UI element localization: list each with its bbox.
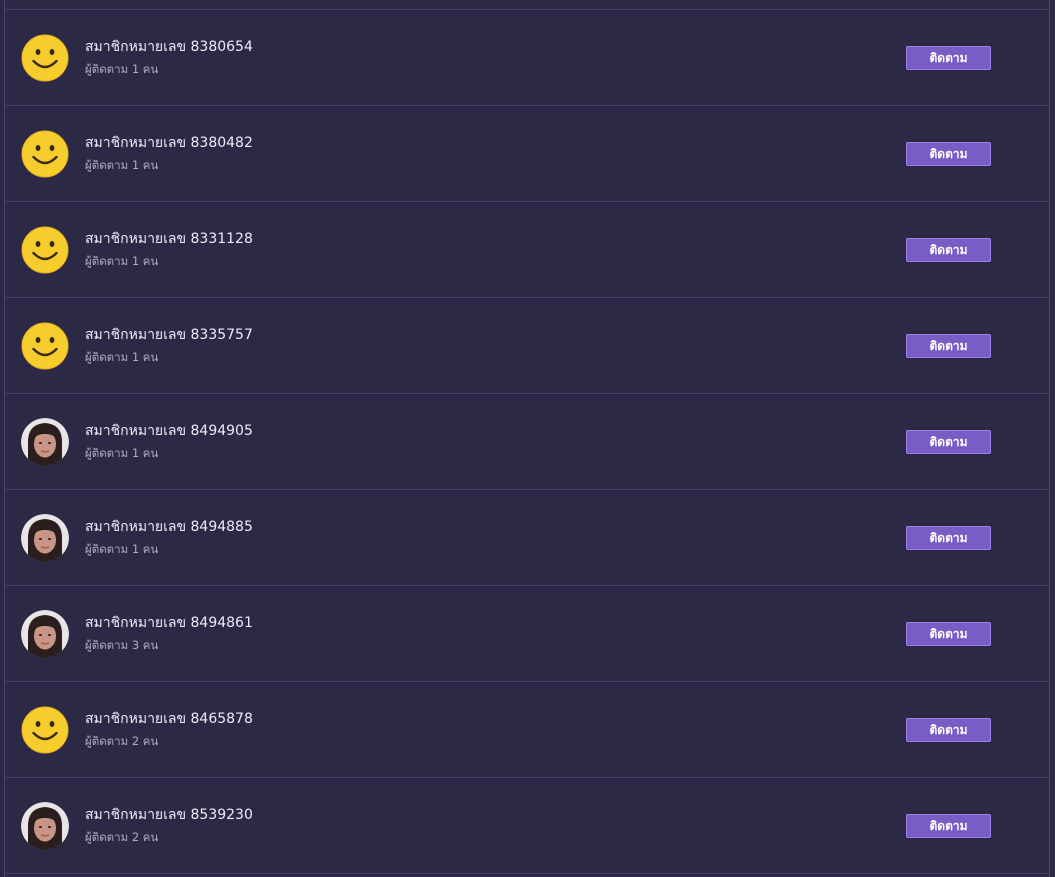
follow-button[interactable]: ติดตาม (906, 526, 991, 550)
follow-button[interactable]: ติดตาม (906, 334, 991, 358)
list-item: สมาชิกหมายเลข 8331128 ผู้ติดตาม 1 คน ติด… (5, 202, 1049, 298)
profile-photo[interactable] (21, 514, 69, 562)
member-list: สมาชิกหมายเลข 8380654 ผู้ติดตาม 1 คน ติด… (5, 10, 1049, 874)
follower-count: ผู้ติดตาม 1 คน (85, 254, 159, 268)
member-name[interactable]: สมาชิกหมายเลข 8380482 (85, 132, 253, 154)
follower-count: ผู้ติดตาม 1 คน (85, 446, 159, 460)
follow-button[interactable]: ติดตาม (906, 430, 991, 454)
follower-count: ผู้ติดตาม 3 คน (85, 638, 159, 652)
smiley-icon[interactable] (21, 34, 69, 82)
profile-photo[interactable] (21, 802, 69, 850)
list-item: สมาชิกหมายเลข 8494905 ผู้ติดตาม 1 คน ติด… (5, 394, 1049, 490)
list-item: สมาชิกหมายเลข 8494861 ผู้ติดตาม 3 คน ติด… (5, 586, 1049, 682)
list-item: สมาชิกหมายเลข 8380654 ผู้ติดตาม 1 คน ติด… (5, 10, 1049, 106)
follow-button[interactable]: ติดตาม (906, 46, 991, 70)
follow-button[interactable]: ติดตาม (906, 142, 991, 166)
smiley-icon[interactable] (21, 706, 69, 754)
list-item: สมาชิกหมายเลข 8335757 ผู้ติดตาม 1 คน ติด… (5, 298, 1049, 394)
follower-count: ผู้ติดตาม 1 คน (85, 542, 159, 556)
list-item: สมาชิกหมายเลข 8494885 ผู้ติดตาม 1 คน ติด… (5, 490, 1049, 586)
member-name[interactable]: สมาชิกหมายเลข 8494905 (85, 420, 253, 442)
profile-photo[interactable] (21, 418, 69, 466)
follower-count: ผู้ติดตาม 2 คน (85, 830, 159, 844)
member-name[interactable]: สมาชิกหมายเลข 8465878 (85, 708, 253, 730)
member-name[interactable]: สมาชิกหมายเลข 8335757 (85, 324, 253, 346)
list-item: สมาชิกหมายเลข 8380482 ผู้ติดตาม 1 คน ติด… (5, 106, 1049, 202)
follow-button[interactable]: ติดตาม (906, 718, 991, 742)
profile-photo[interactable] (21, 610, 69, 658)
smiley-icon[interactable] (21, 322, 69, 370)
follow-button[interactable]: ติดตาม (906, 622, 991, 646)
list-item: สมาชิกหมายเลข 8465878 ผู้ติดตาม 2 คน ติด… (5, 682, 1049, 778)
follow-button[interactable]: ติดตาม (906, 814, 991, 838)
follower-count: ผู้ติดตาม 1 คน (85, 158, 159, 172)
follower-count: ผู้ติดตาม 1 คน (85, 62, 159, 76)
follower-count: ผู้ติดตาม 2 คน (85, 734, 159, 748)
member-name[interactable]: สมาชิกหมายเลข 8494861 (85, 612, 253, 634)
follower-count: ผู้ติดตาม 1 คน (85, 350, 159, 364)
member-name[interactable]: สมาชิกหมายเลข 8494885 (85, 516, 253, 538)
member-name[interactable]: สมาชิกหมายเลข 8539230 (85, 804, 253, 826)
member-name[interactable]: สมาชิกหมายเลข 8380654 (85, 36, 253, 58)
list-item: สมาชิกหมายเลข 8539230 ผู้ติดตาม 2 คน ติด… (5, 778, 1049, 874)
member-name[interactable]: สมาชิกหมายเลข 8331128 (85, 228, 253, 250)
smiley-icon[interactable] (21, 226, 69, 274)
member-list-panel: สมาชิกหมายเลข 8380654 ผู้ติดตาม 1 คน ติด… (4, 0, 1050, 877)
follow-button[interactable]: ติดตาม (906, 238, 991, 262)
smiley-icon[interactable] (21, 130, 69, 178)
